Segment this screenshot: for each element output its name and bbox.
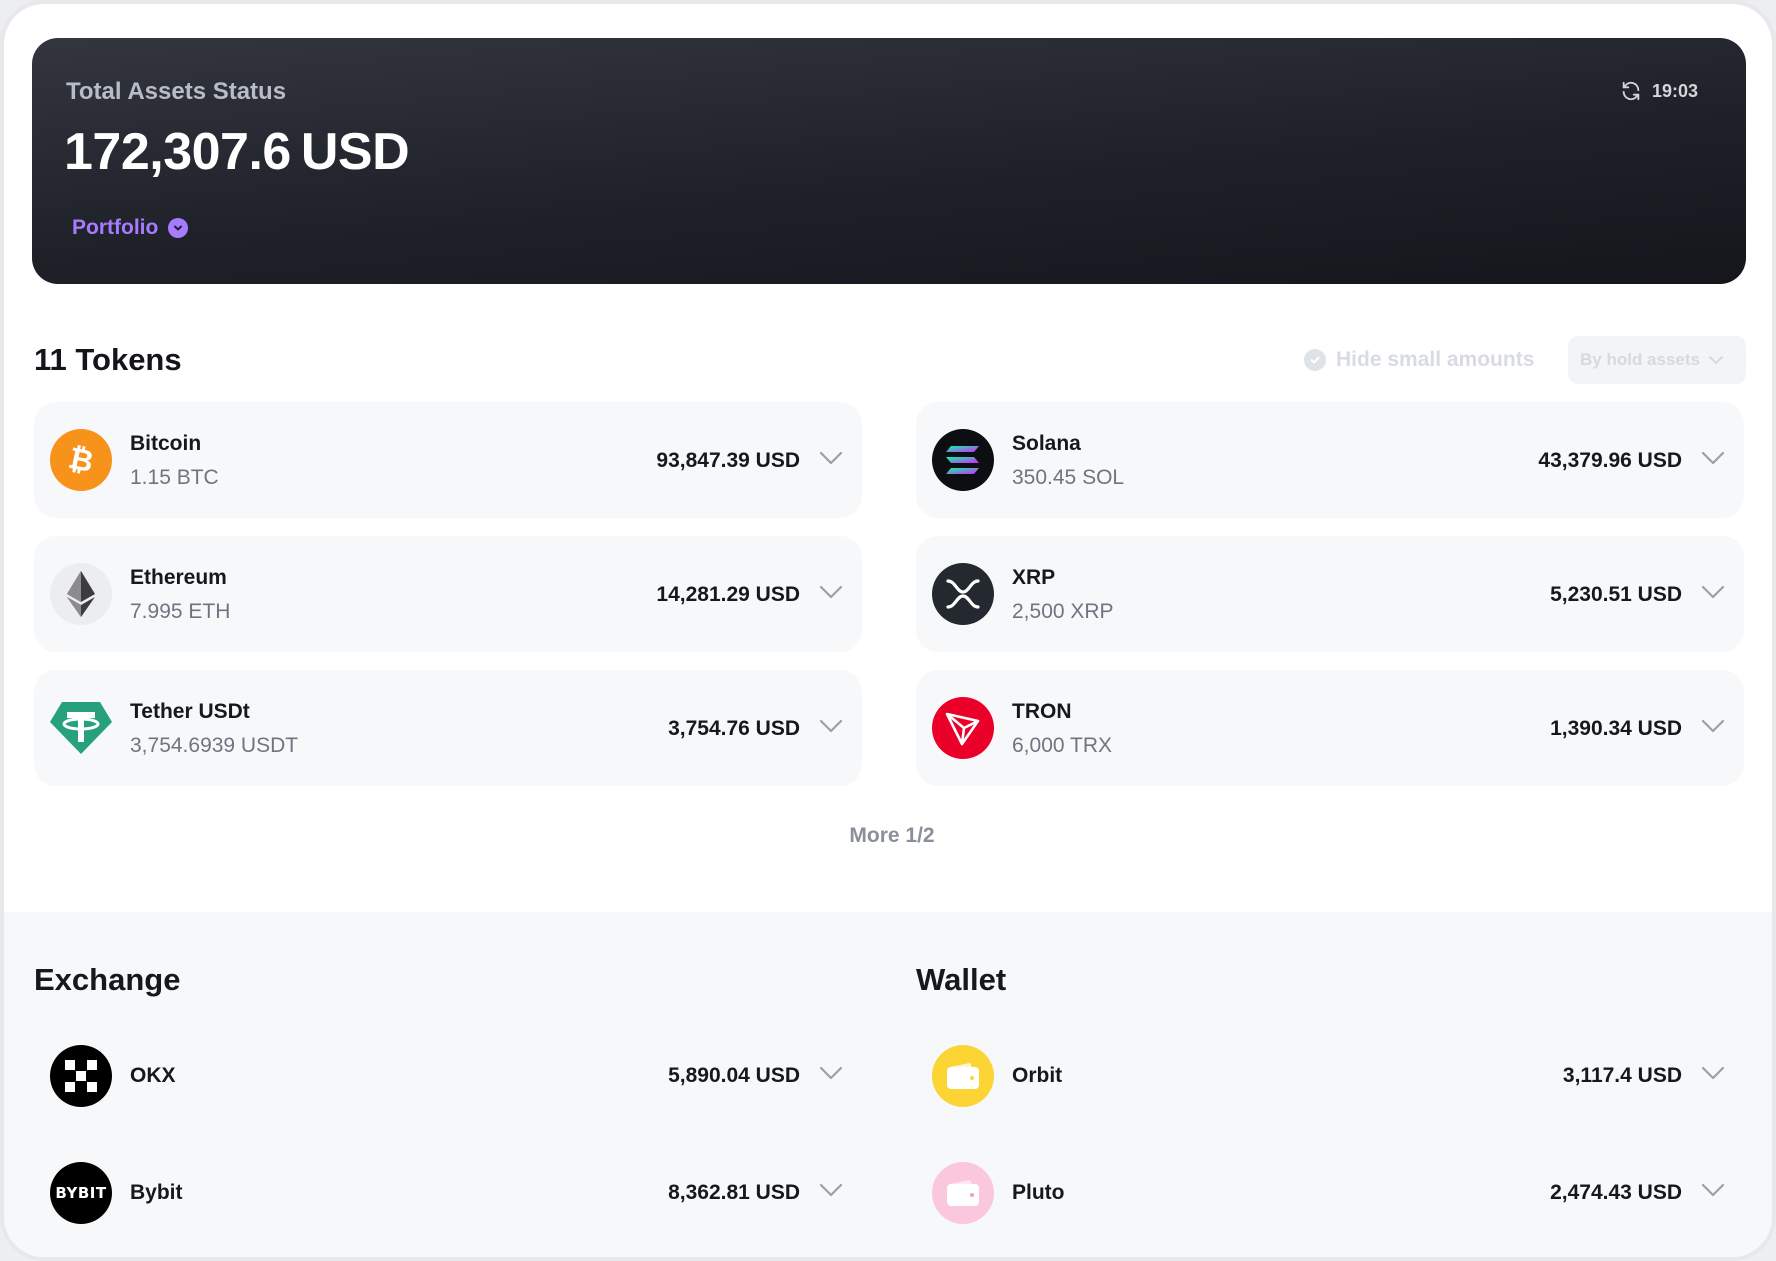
token-amount: 350.45 SOL xyxy=(1012,466,1125,489)
sort-select[interactable]: By hold assets xyxy=(1568,336,1746,384)
token-value: 3,754.76 USD xyxy=(668,717,800,740)
chevron-down-icon[interactable] xyxy=(818,1180,844,1200)
tron-icon xyxy=(932,697,994,759)
hide-small-amounts-toggle[interactable]: Hide small amounts xyxy=(1304,348,1534,372)
bybit-icon: BYBIT xyxy=(50,1162,112,1224)
wallet-row-orbit[interactable]: Orbit 3,117.4 USD xyxy=(916,1036,1744,1116)
svg-text:₿: ₿ xyxy=(65,442,96,478)
token-name: TRON xyxy=(1012,700,1072,723)
total-assets-card: Total Assets Status 172,307.6 USD Portfol… xyxy=(32,38,1746,284)
app-frame: Total Assets Status 172,307.6 USD Portfol… xyxy=(0,0,1776,1261)
bitcoin-icon: ₿ xyxy=(50,429,112,491)
token-value: 1,390.34 USD xyxy=(1550,717,1682,740)
okx-icon xyxy=(50,1045,112,1107)
hide-small-amounts-label: Hide small amounts xyxy=(1336,348,1535,371)
chevron-down-circle-icon xyxy=(168,218,189,238)
exchange-row-okx[interactable]: OKX 5,890.04 USD xyxy=(34,1036,862,1116)
token-value: 5,230.51 USD xyxy=(1550,583,1682,606)
portfolio-selector[interactable]: Portfolio xyxy=(72,216,189,240)
token-amount: 6,000 TRX xyxy=(1012,734,1113,757)
exchange-title: Exchange xyxy=(34,962,181,997)
token-value: 14,281.29 USD xyxy=(656,583,800,606)
chevron-down-icon[interactable] xyxy=(1700,582,1726,602)
wallet-value: 2,474.43 USD xyxy=(1550,1181,1682,1204)
ethereum-icon xyxy=(50,563,112,625)
token-amount: 2,500 XRP xyxy=(1012,600,1114,623)
wallet-icon xyxy=(932,1162,994,1224)
refresh-icon xyxy=(1622,81,1640,101)
token-card-tron[interactable]: TRON 6,000 TRX 1,390.34 USD xyxy=(916,670,1744,786)
token-card-bitcoin[interactable]: ₿ Bitcoin 1.15 BTC 93,847.39 USD xyxy=(34,402,862,518)
token-card-solana[interactable]: Solana 350.45 SOL 43,379.96 USD xyxy=(916,402,1744,518)
chevron-down-icon[interactable] xyxy=(818,582,844,602)
token-name: Bitcoin xyxy=(130,432,202,455)
token-value: 43,379.96 USD xyxy=(1538,449,1682,472)
wallet-name: Pluto xyxy=(1012,1181,1065,1204)
token-card-ethereum[interactable]: Ethereum 7.995 ETH 14,281.29 USD xyxy=(34,536,862,652)
bybit-logo-text: BYBIT xyxy=(55,1184,107,1202)
chevron-down-icon[interactable] xyxy=(818,448,844,468)
wallet-row-pluto[interactable]: Pluto 2,474.43 USD xyxy=(916,1153,1744,1233)
refresh-button[interactable]: 19:03 xyxy=(1620,80,1698,102)
exchange-value: 8,362.81 USD xyxy=(668,1181,800,1204)
refresh-time: 19:03 xyxy=(1651,80,1698,101)
token-name: Solana xyxy=(1012,432,1081,455)
exchange-value: 5,890.04 USD xyxy=(668,1064,800,1087)
wallet-icon xyxy=(932,1045,994,1107)
chevron-down-icon[interactable] xyxy=(1700,1180,1726,1200)
token-name: Ethereum xyxy=(130,566,227,589)
token-amount: 3,754.6939 USDT xyxy=(130,734,299,757)
xrp-icon xyxy=(932,563,994,625)
total-assets-amount: 172,307.6 USD xyxy=(64,122,410,182)
total-amount-currency: USD xyxy=(300,123,410,181)
total-assets-label: Total Assets Status xyxy=(66,78,287,105)
portfolio-label: Portfolio xyxy=(72,216,159,239)
token-card-xrp[interactable]: XRP 2,500 XRP 5,230.51 USD xyxy=(916,536,1744,652)
total-amount-value: 172,307.6 xyxy=(64,123,291,181)
sort-select-value: By hold assets xyxy=(1580,350,1700,369)
tokens-title: 11 Tokens xyxy=(34,342,182,377)
exchange-row-bybit[interactable]: BYBIT Bybit 8,362.81 USD xyxy=(34,1153,862,1233)
token-name: XRP xyxy=(1012,566,1056,589)
exchange-name: OKX xyxy=(130,1064,176,1087)
wallet-name: Orbit xyxy=(1012,1064,1063,1087)
token-name: Tether USDt xyxy=(130,700,250,723)
token-card-tether[interactable]: Tether USDt 3,754.6939 USDT 3,754.76 USD xyxy=(34,670,862,786)
token-value: 93,847.39 USD xyxy=(656,449,800,472)
wallet-value: 3,117.4 USD xyxy=(1562,1064,1682,1087)
wallet-title: Wallet xyxy=(916,962,1007,997)
tether-icon xyxy=(50,697,112,759)
accounts-section: Exchange Wallet OKX 5,890.04 USD BYBIT B… xyxy=(4,912,1772,1257)
solana-icon xyxy=(932,429,994,491)
more-tokens-button[interactable]: More 1/2 xyxy=(4,824,1772,848)
token-amount: 1.15 BTC xyxy=(130,466,219,489)
check-circle-icon xyxy=(1304,349,1326,371)
chevron-down-icon[interactable] xyxy=(1700,1063,1726,1083)
chevron-down-icon xyxy=(1709,356,1723,365)
chevron-down-icon[interactable] xyxy=(818,716,844,736)
chevron-down-icon[interactable] xyxy=(818,1063,844,1083)
exchange-name: Bybit xyxy=(130,1181,183,1204)
chevron-down-icon[interactable] xyxy=(1700,448,1726,468)
chevron-down-icon[interactable] xyxy=(1700,716,1726,736)
token-amount: 7.995 ETH xyxy=(130,600,231,623)
